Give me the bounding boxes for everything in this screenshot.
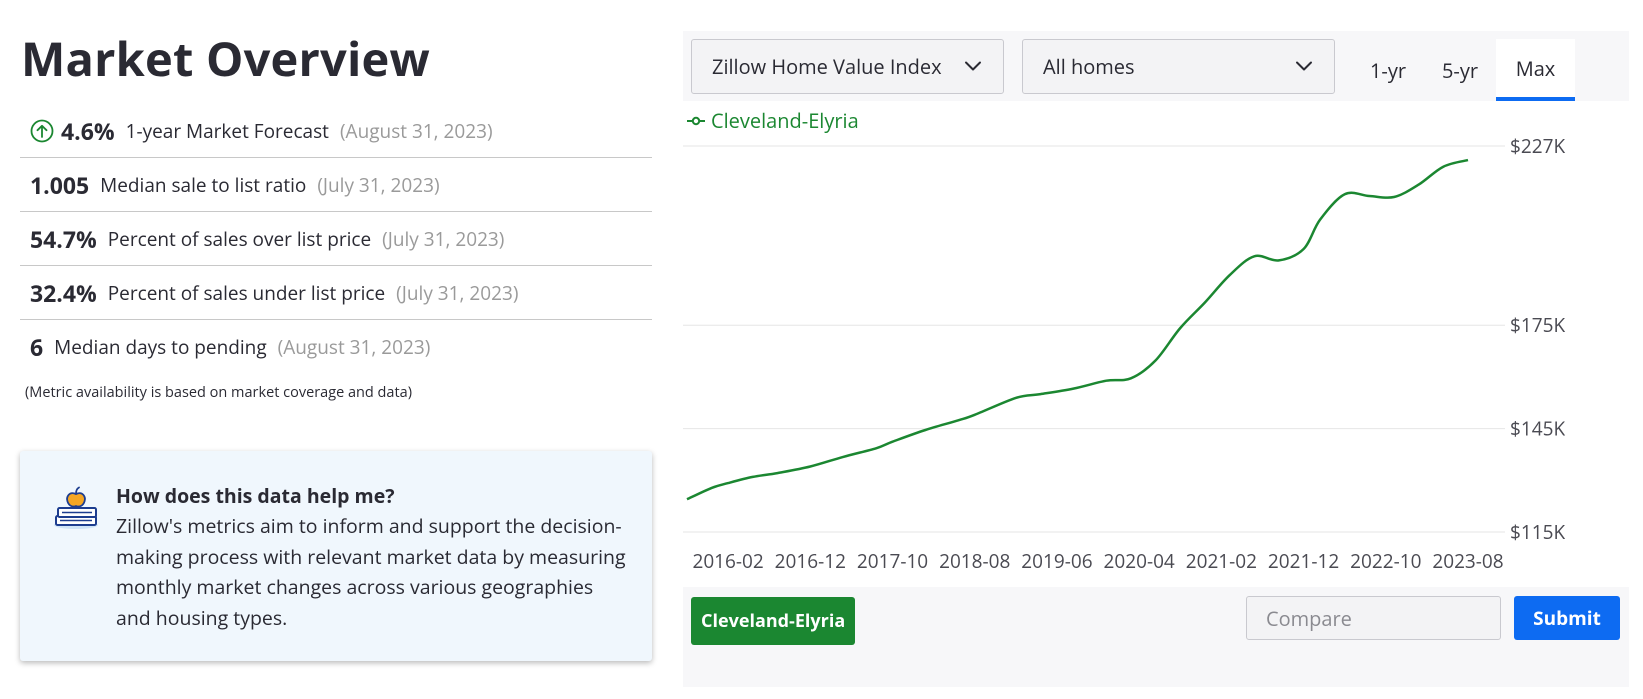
metric-row-days-to-pending: 6 Median days to pending (August 31, 202…	[20, 320, 652, 374]
metric-value: 32.4%	[30, 276, 97, 309]
metric-row-under-list: 32.4% Percent of sales under list price …	[20, 266, 652, 320]
books-apple-icon	[54, 486, 98, 529]
help-title: How does this data help me?	[116, 482, 395, 509]
x-tick-label: 2021-12	[1268, 548, 1339, 574]
metric-date: (August 31, 2023)	[339, 117, 493, 144]
metric-value: 54.7%	[30, 222, 97, 255]
metric-select-value: Zillow Home Value Index	[712, 53, 942, 80]
metric-date: (July 31, 2023)	[396, 279, 519, 306]
x-tick-label: 2019-06	[1021, 548, 1092, 574]
x-tick-label: 2018-08	[939, 548, 1010, 574]
metric-row-sale-to-list: 1.005 Median sale to list ratio (July 31…	[20, 158, 652, 212]
y-tick-label: $227K	[1510, 133, 1565, 159]
chart-legend: Cleveland-Elyria	[687, 107, 859, 134]
home-type-select-value: All homes	[1043, 53, 1135, 80]
metric-value: 1.005	[30, 168, 90, 201]
legend-marker-icon	[687, 116, 705, 125]
y-tick-label: $175K	[1510, 312, 1565, 338]
legend-label: Cleveland-Elyria	[711, 107, 859, 134]
compare-bar: Cleveland-Elyria Submit	[683, 587, 1629, 687]
chart-toolbar: Zillow Home Value Index All homes 1-yr 5…	[683, 31, 1629, 101]
chevron-down-icon	[965, 61, 981, 71]
metric-label: Percent of sales over list price	[107, 225, 372, 252]
availability-note: (Metric availability is based on market …	[25, 383, 412, 402]
metric-label: Percent of sales under list price	[107, 279, 386, 306]
arrow-up-circle-icon	[30, 119, 54, 142]
compare-input[interactable]	[1246, 596, 1501, 640]
help-body: Zillow's metrics aim to inform and suppo…	[116, 512, 626, 631]
home-value-chart: $115K $145K $175K $227K 2016-02 2016-12 2017-1…	[683, 131, 1629, 641]
metric-label: 1-year Market Forecast	[125, 117, 329, 144]
home-type-select[interactable]: All homes	[1022, 39, 1335, 94]
y-tick-label: $115K	[1510, 519, 1565, 545]
x-tick-label: 2023-08	[1432, 548, 1503, 574]
range-1yr-button[interactable]: 1-yr	[1355, 39, 1421, 101]
help-card: How does this data help me? Zillow's met…	[20, 451, 652, 661]
chart-panel: Zillow Home Value Index All homes 1-yr 5…	[683, 31, 1629, 687]
chevron-down-icon	[1296, 61, 1312, 71]
x-tick-label: 2016-12	[775, 548, 846, 574]
metric-label: Median days to pending	[54, 334, 267, 360]
series-line-cleveland-elyria	[686, 158, 1469, 501]
x-tick-label: 2021-02	[1186, 548, 1257, 574]
range-5yr-button[interactable]: 5-yr	[1425, 39, 1495, 101]
x-tick-label: 2022-10	[1350, 548, 1421, 574]
metric-select[interactable]: Zillow Home Value Index	[691, 39, 1004, 94]
metric-label: Median sale to list ratio	[100, 171, 307, 198]
metric-date: (July 31, 2023)	[317, 171, 440, 198]
x-tick-label: 2017-10	[857, 548, 928, 574]
metric-value: 6	[30, 331, 44, 363]
metric-date: (July 31, 2023)	[382, 225, 505, 252]
chart-svg: $115K $145K $175K $227K 2016-02 2016-12 2017-1…	[683, 133, 1565, 574]
metric-value: 4.6%	[61, 114, 115, 147]
page-title: Market Overview	[21, 26, 430, 90]
metric-date: (August 31, 2023)	[277, 334, 431, 360]
region-chip[interactable]: Cleveland-Elyria	[691, 597, 856, 645]
range-max-button[interactable]: Max	[1496, 39, 1575, 101]
y-tick-label: $145K	[1510, 416, 1565, 442]
submit-button[interactable]: Submit	[1514, 596, 1620, 640]
metrics-list: 4.6% 1-year Market Forecast (August 31, …	[20, 104, 652, 374]
x-tick-label: 2016-02	[692, 548, 763, 574]
metric-row-over-list: 54.7% Percent of sales over list price (…	[20, 212, 652, 266]
metric-row-forecast: 4.6% 1-year Market Forecast (August 31, …	[20, 104, 652, 158]
x-tick-label: 2020-04	[1104, 548, 1175, 574]
